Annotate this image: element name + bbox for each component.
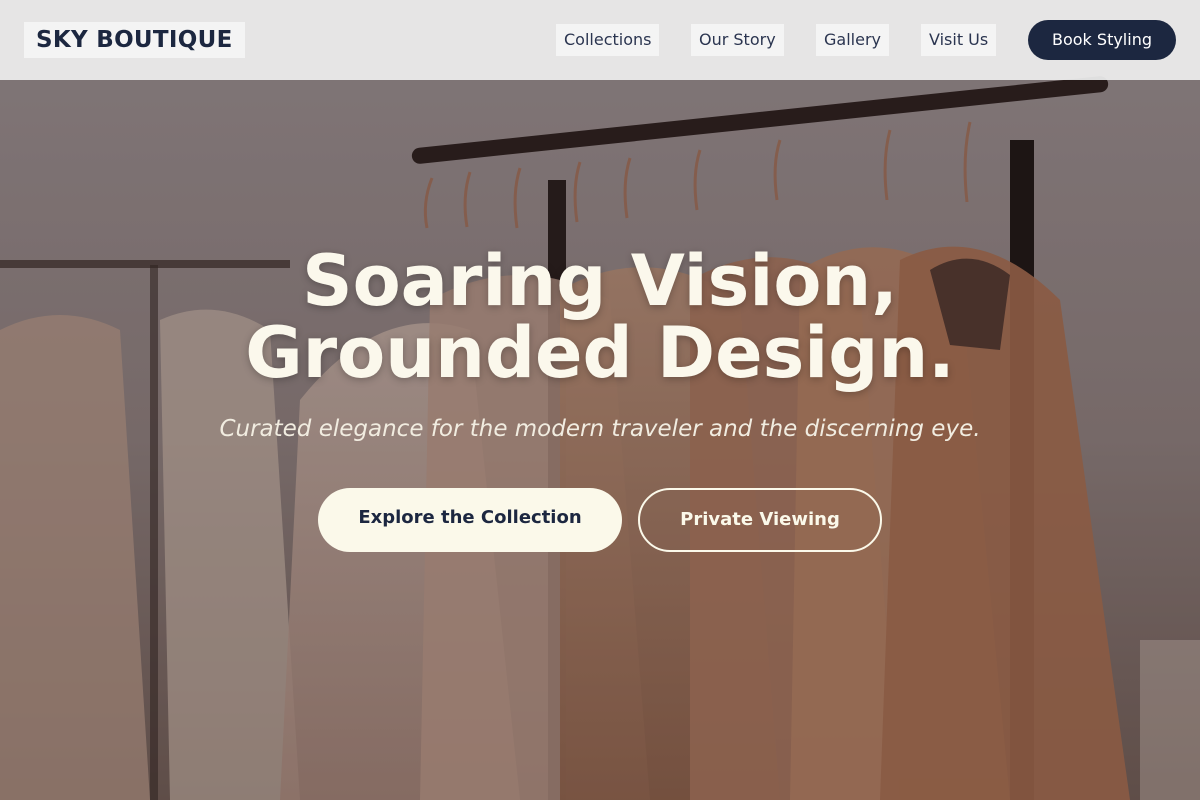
book-styling-button[interactable]: Book Styling xyxy=(1028,20,1176,60)
nav-link-our-story[interactable]: Our Story xyxy=(691,24,784,56)
hero-headline-line-1: Soaring Vision, xyxy=(302,240,898,322)
hero-headline: Soaring Vision, Grounded Design. xyxy=(0,245,1200,389)
hero-dark-overlay xyxy=(0,0,1200,800)
top-navbar: SKY BOUTIQUE Collections Our Story Galle… xyxy=(0,0,1200,80)
explore-collection-button[interactable]: Explore the Collection xyxy=(318,488,622,552)
hero-headline-line-2: Grounded Design. xyxy=(245,312,955,394)
nav-link-visit-us[interactable]: Visit Us xyxy=(921,24,997,56)
private-viewing-button[interactable]: Private Viewing xyxy=(638,488,882,552)
hero-subheadline: Curated elegance for the modern traveler… xyxy=(219,416,981,442)
nav-link-gallery[interactable]: Gallery xyxy=(816,24,889,56)
hero-section xyxy=(0,0,1200,800)
brand-logo[interactable]: SKY BOUTIQUE xyxy=(24,22,245,58)
nav-link-collections[interactable]: Collections xyxy=(556,24,660,56)
